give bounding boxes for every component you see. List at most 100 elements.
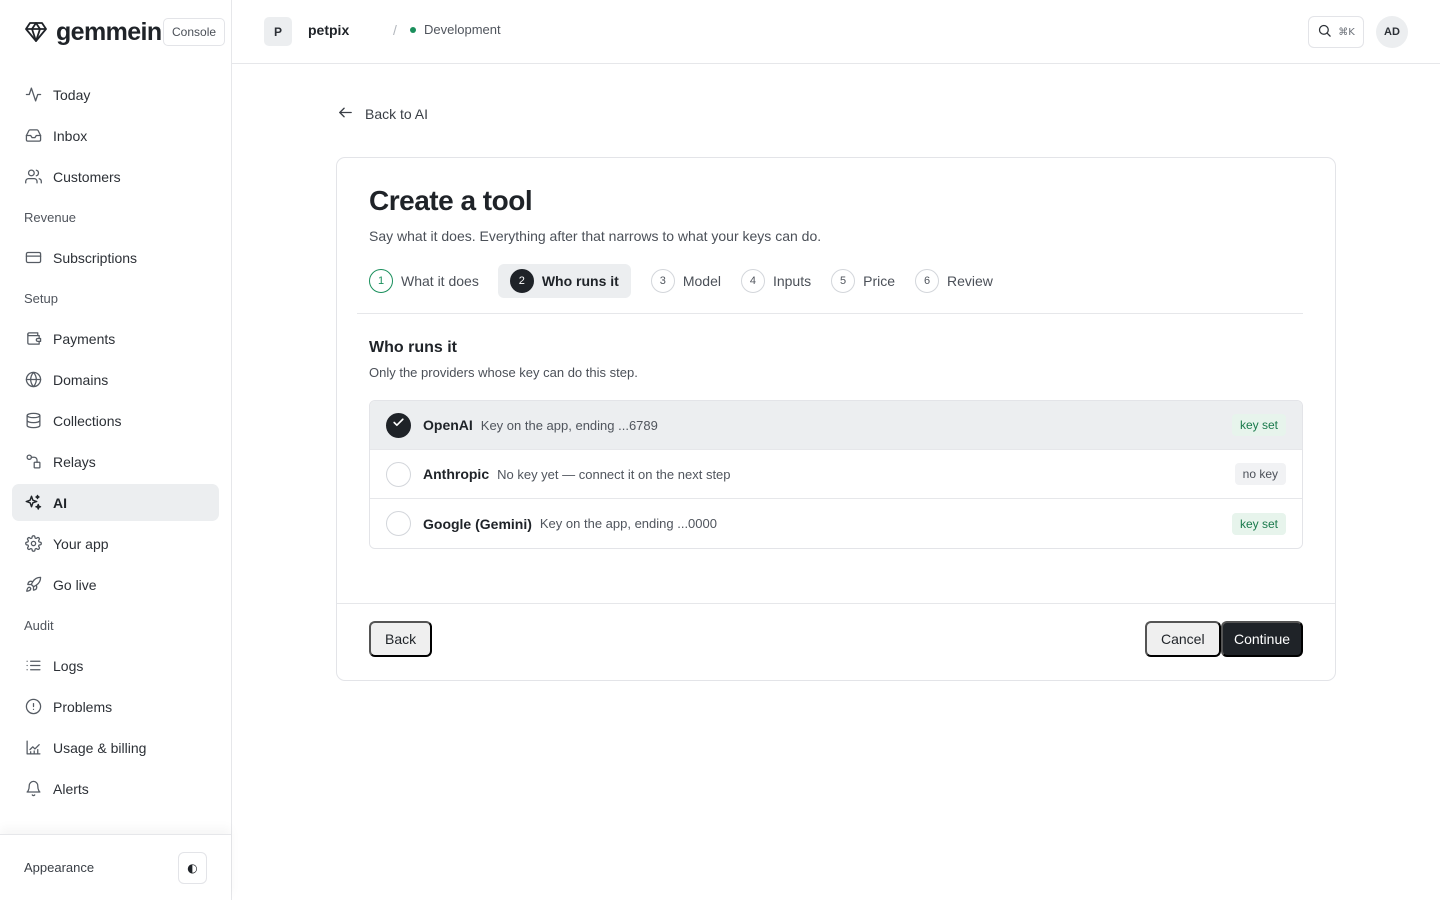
step-review[interactable]: 6 Review <box>915 264 993 298</box>
sidebar-item-label: Collections <box>53 412 122 429</box>
brand[interactable]: gemmein <box>24 16 162 48</box>
arrow-left-icon <box>337 104 354 124</box>
sidebar-item-domains[interactable]: Domains <box>12 361 219 398</box>
sidebar-item-label: Payments <box>53 330 116 347</box>
step-number: 6 <box>915 269 940 293</box>
provider-description: Key on the app, ending ...0000 <box>539 516 717 531</box>
radio-unchecked[interactable] <box>386 461 411 487</box>
contrast-icon: ◐ <box>187 860 198 875</box>
sidebar-item-logs[interactable]: Logs <box>12 647 219 684</box>
check-icon <box>392 416 405 434</box>
globe-icon <box>24 371 42 389</box>
status-dot-icon <box>410 26 416 33</box>
project-avatar[interactable]: P <box>264 17 292 46</box>
sparkles-icon <box>24 494 42 512</box>
back-to-ai-link[interactable]: Back to AI <box>337 104 428 124</box>
project-switcher[interactable]: petpix <box>308 22 349 38</box>
provider-list: OpenAI Key on the app, ending ...6789 ke… <box>369 400 1303 549</box>
bell-icon <box>24 780 42 798</box>
sidebar-item-label: AI <box>53 494 67 511</box>
sidebar-item-problems[interactable]: Problems <box>12 688 219 725</box>
sidebar-item-customers[interactable]: Customers <box>12 158 219 195</box>
sidebar-item-usage-billing[interactable]: Usage & billing <box>12 729 219 766</box>
activity-icon <box>24 86 42 104</box>
back-button[interactable]: Back <box>369 621 433 657</box>
provider-option-anthropic[interactable]: Anthropic No key yet — connect it on the… <box>370 450 1302 499</box>
sidebar-section-revenue: Revenue <box>24 210 77 225</box>
sidebar-item-label: Subscriptions <box>53 249 138 266</box>
sidebar-item-label: Problems <box>53 698 113 715</box>
relay-icon <box>24 453 42 471</box>
database-icon <box>24 412 42 430</box>
sidebar-item-label: Logs <box>53 657 84 674</box>
step-label: Model <box>682 273 721 289</box>
step-label: What it does <box>401 273 479 289</box>
sidebar-item-label: Inbox <box>53 127 88 144</box>
key-status-badge: no key <box>1234 463 1286 485</box>
back-link-label: Back to AI <box>365 106 429 122</box>
sidebar-item-label: Domains <box>53 371 109 388</box>
search-shortcut: ⌘K <box>1338 26 1355 38</box>
sidebar-footer: Appearance ◐ <box>0 834 231 900</box>
continue-button[interactable]: Continue <box>1221 621 1303 657</box>
step-what-it-does[interactable]: 1 What it does <box>369 264 479 298</box>
theme-toggle-button[interactable]: ◐ <box>178 851 207 884</box>
environment-label: Development <box>424 22 501 37</box>
divider <box>357 313 1303 314</box>
step-who-runs-it[interactable]: 2 Who runs it <box>497 264 631 298</box>
footer-divider <box>337 603 1335 604</box>
cancel-button[interactable]: Cancel <box>1145 621 1221 657</box>
step-label: Review <box>947 273 993 289</box>
environment-switcher[interactable]: Development <box>410 22 501 37</box>
sidebar-item-subscriptions[interactable]: Subscriptions <box>12 239 219 276</box>
sidebar-item-label: Relays <box>53 453 96 470</box>
sidebar-item-payments[interactable]: Payments <box>12 320 219 357</box>
sidebar-item-ai[interactable]: AI <box>12 484 219 521</box>
gem-logo-icon <box>24 20 48 44</box>
key-status-badge: key set <box>1231 414 1286 436</box>
step-number: 1 <box>369 269 393 293</box>
search-button[interactable]: ⌘K <box>1308 16 1364 48</box>
sidebar-item-relays[interactable]: Relays <box>12 443 219 480</box>
console-badge: Console <box>163 18 226 46</box>
wallet-icon <box>24 330 42 348</box>
sidebar-item-collections[interactable]: Collections <box>12 402 219 439</box>
sidebar-item-label: Customers <box>53 168 121 185</box>
step-label: Who runs it <box>541 273 619 289</box>
chart-icon <box>24 739 42 757</box>
step-model[interactable]: 3 Model <box>650 264 721 298</box>
provider-option-openai[interactable]: OpenAI Key on the app, ending ...6789 ke… <box>370 401 1302 450</box>
sidebar-item-go-live[interactable]: Go live <box>12 566 219 603</box>
sidebar-item-alerts[interactable]: Alerts <box>12 770 219 807</box>
brand-name: gemmein <box>56 17 162 46</box>
topbar: P petpix / Development ⌘K AD <box>232 0 1440 64</box>
step-number: 3 <box>650 269 675 293</box>
radio-checked[interactable] <box>386 412 411 438</box>
step-label: Inputs <box>772 273 812 289</box>
provider-option-google-gemini[interactable]: Google (Gemini) Key on the app, ending .… <box>370 499 1302 548</box>
list-icon <box>24 657 42 675</box>
section-subtitle: Only the providers whose key can do this… <box>369 365 638 380</box>
sidebar-item-label: Today <box>53 86 91 103</box>
alert-circle-icon <box>24 698 42 716</box>
provider-name: Anthropic <box>423 466 490 482</box>
sidebar-item-today[interactable]: Today <box>12 76 219 113</box>
sidebar-item-your-app[interactable]: Your app <box>12 525 219 562</box>
inbox-icon <box>24 127 42 145</box>
user-avatar[interactable]: AD <box>1376 16 1408 48</box>
step-inputs[interactable]: 4 Inputs <box>740 264 812 298</box>
step-number: 4 <box>740 269 765 293</box>
step-price[interactable]: 5 Price <box>831 264 895 298</box>
page-title: Create a tool <box>369 185 533 216</box>
users-icon <box>24 168 42 186</box>
search-icon <box>1317 23 1332 41</box>
step-label: Price <box>863 273 896 289</box>
sidebar-section-audit: Audit <box>24 618 54 633</box>
sidebar-item-label: Go live <box>53 576 97 593</box>
provider-description: No key yet — connect it on the next step <box>497 466 731 482</box>
radio-unchecked[interactable] <box>386 511 411 536</box>
stepper: 1 What it does 2 Who runs it 3 Model 4 I… <box>369 264 1013 298</box>
sidebar-item-inbox[interactable]: Inbox <box>12 117 219 154</box>
sidebar-item-label: Alerts <box>53 780 89 797</box>
provider-name: OpenAI <box>423 417 473 433</box>
